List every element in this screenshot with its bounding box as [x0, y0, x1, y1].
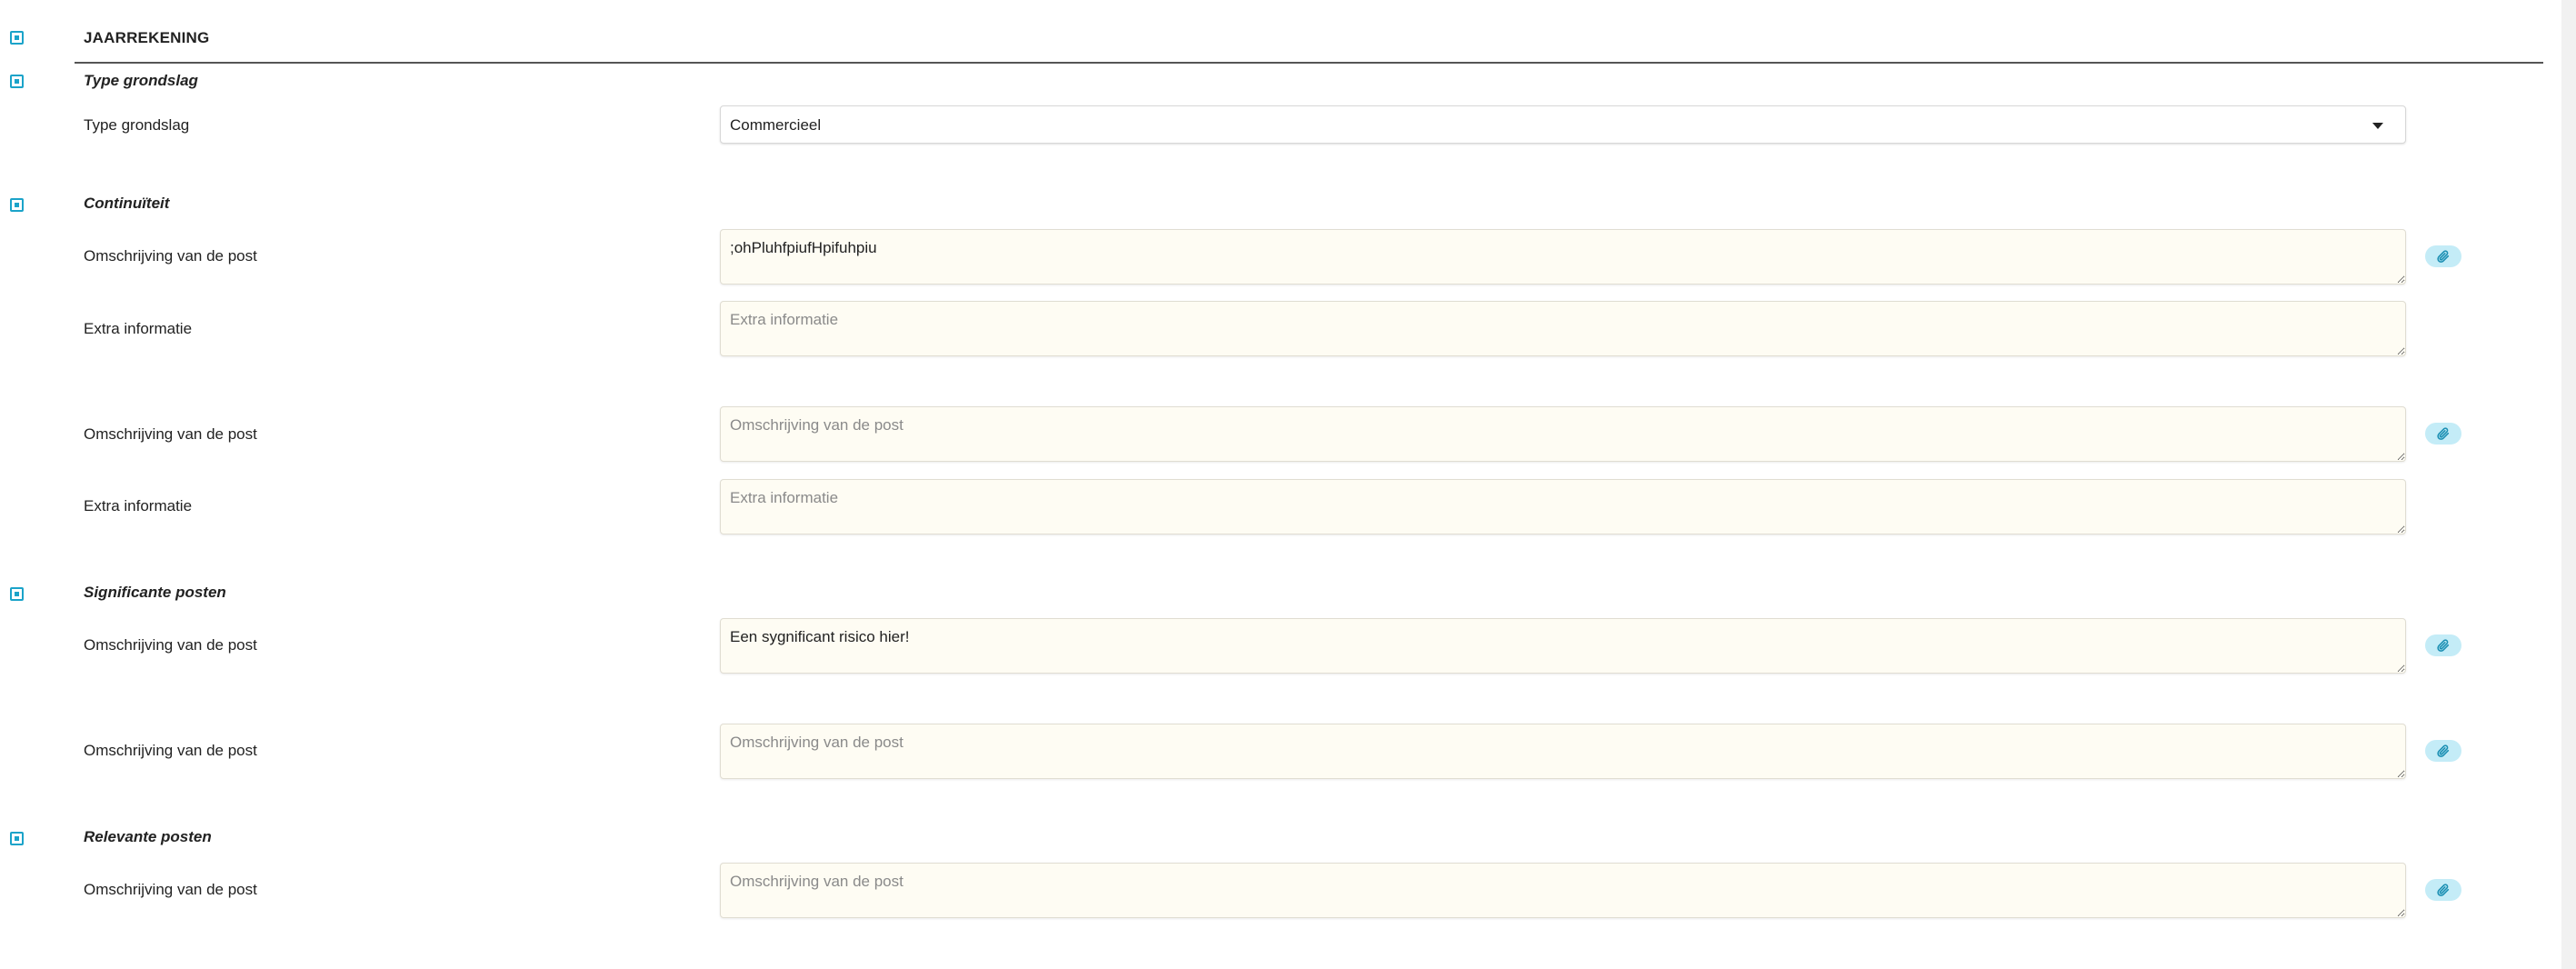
- attach-button[interactable]: [2425, 879, 2461, 901]
- paperclip-icon: [2437, 639, 2450, 652]
- omschrijving-textarea[interactable]: [720, 618, 2406, 674]
- field-label-omschrijving: Omschrijving van de post: [84, 425, 257, 443]
- field-label-omschrijving: Omschrijving van de post: [84, 636, 257, 654]
- select-value: Commercieel: [730, 116, 822, 134]
- section-checkbox-continuiteit[interactable]: [10, 198, 24, 212]
- omschrijving-textarea[interactable]: [720, 406, 2406, 462]
- attach-button[interactable]: [2425, 634, 2461, 656]
- section-title-relevante-posten: Relevante posten: [84, 828, 212, 845]
- attach-button[interactable]: [2425, 423, 2461, 445]
- section-title-significante-posten: Significante posten: [84, 584, 226, 601]
- extra-informatie-textarea[interactable]: [720, 479, 2406, 534]
- type-grondslag-select[interactable]: Commercieel: [720, 105, 2406, 144]
- field-label-omschrijving: Omschrijving van de post: [84, 247, 257, 265]
- paperclip-icon: [2437, 427, 2450, 440]
- field-label-type-grondslag: Type grondslag: [84, 116, 190, 134]
- extra-informatie-textarea[interactable]: [720, 301, 2406, 356]
- section-title-continuiteit: Continuïteit: [84, 195, 170, 212]
- vertical-scrollbar[interactable]: [2561, 0, 2576, 969]
- section-checkbox-type-grondslag[interactable]: [10, 75, 24, 88]
- chevron-down-icon: [2372, 123, 2383, 129]
- field-label-extra-informatie: Extra informatie: [84, 320, 193, 337]
- section-checkbox-significante-posten[interactable]: [10, 587, 24, 601]
- field-label-omschrijving: Omschrijving van de post: [84, 742, 257, 759]
- field-label-extra-informatie: Extra informatie: [84, 497, 193, 514]
- omschrijving-textarea[interactable]: [720, 229, 2406, 285]
- field-label-omschrijving: Omschrijving van de post: [84, 881, 257, 898]
- page-title: JAARREKENING: [84, 29, 210, 46]
- section-checkbox-jaarrekening[interactable]: [10, 31, 24, 45]
- attach-button[interactable]: [2425, 245, 2461, 267]
- section-checkbox-relevante-posten[interactable]: [10, 832, 24, 845]
- paperclip-icon: [2437, 744, 2450, 757]
- omschrijving-textarea[interactable]: [720, 724, 2406, 779]
- attach-button[interactable]: [2425, 740, 2461, 762]
- header-divider: [75, 62, 2543, 64]
- section-title-type-grondslag: Type grondslag: [84, 72, 198, 89]
- omschrijving-textarea[interactable]: [720, 863, 2406, 918]
- paperclip-icon: [2437, 250, 2450, 263]
- paperclip-icon: [2437, 884, 2450, 896]
